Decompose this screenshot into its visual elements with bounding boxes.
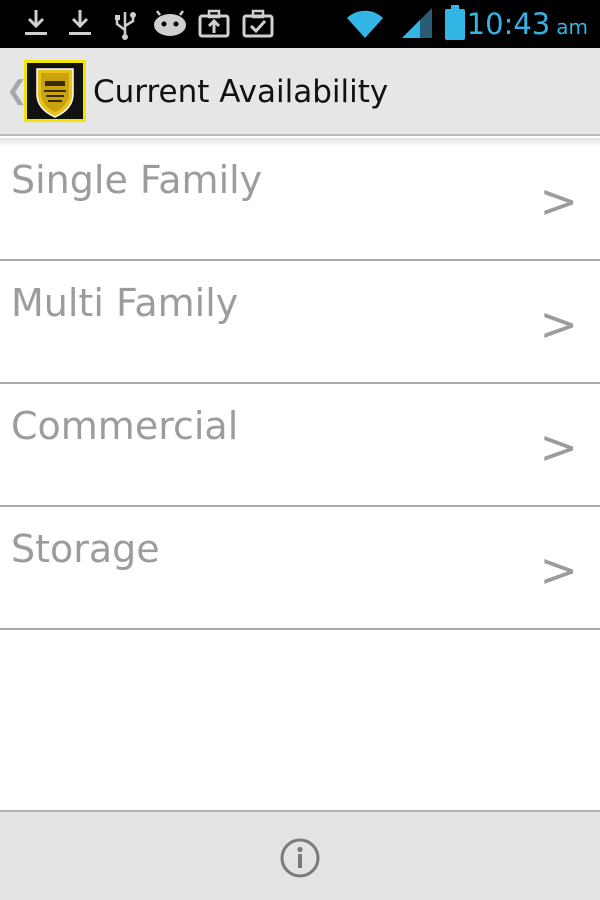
list-item-label: Storage	[11, 527, 160, 571]
bottom-bar	[0, 810, 600, 900]
chevron-right-icon: >	[539, 420, 578, 474]
action-bar[interactable]: ❮ Current Availability	[0, 48, 600, 136]
status-bar: 10:43 am	[0, 0, 600, 48]
list-item-multi-family[interactable]: Multi Family >	[0, 261, 600, 384]
wifi-icon	[347, 10, 383, 39]
clock-time: 10:43	[466, 7, 551, 41]
chevron-right-icon: >	[539, 543, 578, 597]
gms-badge-logo[interactable]	[24, 60, 86, 122]
download-icon	[69, 10, 91, 35]
cell-signal-icon	[402, 8, 432, 38]
category-list: Single Family > Multi Family > Commercia…	[0, 138, 600, 630]
list-item-storage[interactable]: Storage >	[0, 507, 600, 630]
chevron-right-icon: >	[539, 297, 578, 351]
android-debug-icon	[154, 10, 186, 36]
usb-icon	[115, 12, 136, 40]
list-item-label: Commercial	[11, 404, 239, 448]
list-item-label: Single Family	[11, 158, 263, 202]
chevron-right-icon: >	[539, 174, 578, 228]
status-clock: 10:43 am	[467, 5, 588, 46]
info-icon[interactable]	[279, 837, 321, 879]
briefcase-upload-icon	[198, 9, 230, 38]
battery-icon	[445, 5, 465, 40]
page-title: Current Availability	[93, 74, 389, 110]
list-item-commercial[interactable]: Commercial >	[0, 384, 600, 507]
clock-ampm: am	[556, 15, 588, 39]
download-icon	[25, 10, 47, 35]
app-screen: 10:43 am ❮ Current Availability Single Fa…	[0, 0, 600, 900]
list-item-label: Multi Family	[11, 281, 239, 325]
list-item-single-family[interactable]: Single Family >	[0, 138, 600, 261]
briefcase-check-icon	[242, 9, 274, 38]
